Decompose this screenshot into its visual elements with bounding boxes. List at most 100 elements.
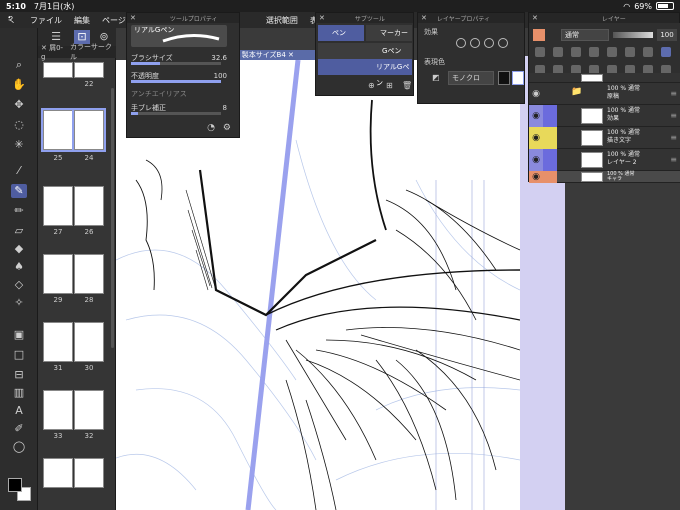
effect-extract-icon[interactable] [498,38,508,48]
correct-line-icon[interactable]: ◯ [11,440,27,454]
airbrush-icon[interactable]: ♠ [11,260,27,274]
eyedropper-icon[interactable]: ⁄ [11,164,27,178]
page-thumb[interactable] [74,254,104,294]
stabilization-value[interactable]: 8 [223,104,227,112]
lasso-icon[interactable]: ◌ [11,118,27,132]
layer-opacity-slider[interactable] [613,32,653,38]
page-thumb-selected[interactable] [72,108,106,152]
ruler-icon[interactable]: ▥ [11,386,27,400]
page-thumb[interactable] [43,390,73,430]
effect-color-icon[interactable] [484,38,494,48]
magic-wand-icon[interactable]: ✳ [11,138,27,152]
antialias-row[interactable]: アンチエイリアス [131,89,235,101]
page-thumb[interactable] [43,322,73,362]
effect-tone-icon[interactable] [470,38,480,48]
page-thumb[interactable] [43,254,73,294]
layer-color-swatch[interactable] [533,29,545,41]
brush-size-value[interactable]: 32.6 [211,54,227,62]
mask-icon[interactable] [625,47,635,57]
layer-row[interactable]: ◉ 📁 100 % 通常 原稿 ≡ [529,83,680,105]
reference-icon[interactable] [553,47,563,57]
shape-icon[interactable]: □ [11,348,27,362]
page-tab[interactable]: ✕ 屑0-g [41,43,66,61]
white-swatch[interactable] [512,71,524,85]
effect-border-icon[interactable] [456,38,466,48]
menu-edit[interactable]: 編集 [74,15,90,26]
fill-icon[interactable]: ◇ [11,278,27,292]
close-icon[interactable]: ✕ [532,14,538,22]
page-thumb[interactable] [74,62,104,78]
drag-handle-icon[interactable]: ≡ [670,111,677,120]
settings-icon[interactable]: ⚙ [223,123,231,133]
menu-selection[interactable]: 選択範囲 [266,15,298,26]
page-thumb[interactable] [74,390,104,430]
stabilization-slider[interactable] [131,112,221,115]
subtool-real-g-pen[interactable]: リアルGペン [318,59,412,87]
zoom-icon[interactable]: ⌕ [11,58,27,72]
brush-size-slider[interactable] [131,62,221,65]
close-icon[interactable]: ✕ [421,14,427,22]
decoration-icon[interactable]: ✧ [11,296,27,310]
close-icon[interactable]: ✕ [130,14,136,22]
reset-icon[interactable]: ◔ [207,123,215,133]
opacity-value[interactable]: 100 [214,72,227,80]
lock-icon[interactable] [589,47,599,57]
opacity-row[interactable]: 不透明度 100 [131,71,235,83]
text-icon[interactable]: A [11,404,27,418]
gradient-icon[interactable]: ▣ [11,328,27,342]
subtool-g-pen[interactable]: Gペン [318,43,412,59]
layer-row[interactable] [529,73,680,83]
subtool-tab-pen[interactable]: ペン [318,25,364,41]
eye-icon[interactable]: ◉ [529,171,543,183]
eye-icon[interactable]: ◉ [529,83,543,105]
layer-row-selected[interactable]: ◉ 100 % 通常 キャラ [529,171,680,183]
lock-alpha-icon[interactable] [607,47,617,57]
menu-icon[interactable]: ☰ [48,30,64,44]
drag-handle-icon[interactable]: ≡ [670,155,677,164]
main-color-swatch[interactable] [8,478,22,492]
draft-icon[interactable] [571,47,581,57]
drag-handle-icon[interactable]: ≡ [670,89,677,98]
blend-icon[interactable]: ◆ [11,242,27,256]
drag-handle-icon[interactable]: ≡ [670,133,677,142]
page-scrollbar[interactable] [111,88,114,348]
page-thumb-selected[interactable] [41,108,75,152]
color-swatches[interactable] [8,478,32,502]
page-thumb[interactable] [43,458,73,488]
brush-preview[interactable]: リアルGペン [131,25,227,47]
trash-icon[interactable]: 🗑 [402,81,412,90]
brush-size-row[interactable]: ブラシサイズ 32.6 [131,53,235,65]
layer-row[interactable]: ◉ 100 % 通常 レイヤー 2 ≡ [529,149,680,171]
ruler-layer-icon[interactable] [643,47,653,57]
close-icon[interactable]: ✕ [319,14,325,22]
layer-row[interactable]: ◉ 100 % 通常 効果 ≡ [529,105,680,127]
subtool-tab-marker[interactable]: マーカー [366,25,412,41]
page-thumb[interactable] [74,186,104,226]
layer-opacity-value[interactable]: 100 [657,29,677,41]
opacity-slider[interactable] [131,80,221,83]
menu-file[interactable]: ファイル [30,15,62,26]
stabilization-row[interactable]: 手ブレ補正 8 [131,103,235,115]
eye-icon[interactable]: ◉ [529,149,543,171]
pencil-icon[interactable]: ✏ [11,204,27,218]
duplicate-icon[interactable]: ⊕ [368,81,375,90]
app-logo-icon[interactable]: ঽ [4,13,18,27]
page-thumb[interactable] [74,322,104,362]
eye-icon[interactable]: ◉ [529,105,543,127]
black-swatch[interactable] [498,71,510,85]
new-subtool-icon[interactable]: ⊞ [386,81,393,90]
layer-color-icon[interactable] [661,47,671,57]
blend-mode-select[interactable]: 通常 [561,29,609,41]
pen-icon[interactable]: ✎ [11,184,27,198]
hand-icon[interactable]: ✋ [11,78,27,92]
balloon-icon[interactable]: ✐ [11,422,27,436]
page-thumb[interactable] [74,458,104,488]
eye-icon[interactable]: ◉ [529,127,543,149]
page-thumb[interactable] [43,62,73,78]
frame-icon[interactable]: ⊟ [11,368,27,382]
clip-icon[interactable] [535,47,545,57]
eraser-icon[interactable]: ▱ [11,224,27,238]
page-thumb[interactable] [43,186,73,226]
layer-row[interactable]: ◉ 100 % 通常 描き文字 ≡ [529,127,680,149]
move-icon[interactable]: ✥ [11,98,27,112]
